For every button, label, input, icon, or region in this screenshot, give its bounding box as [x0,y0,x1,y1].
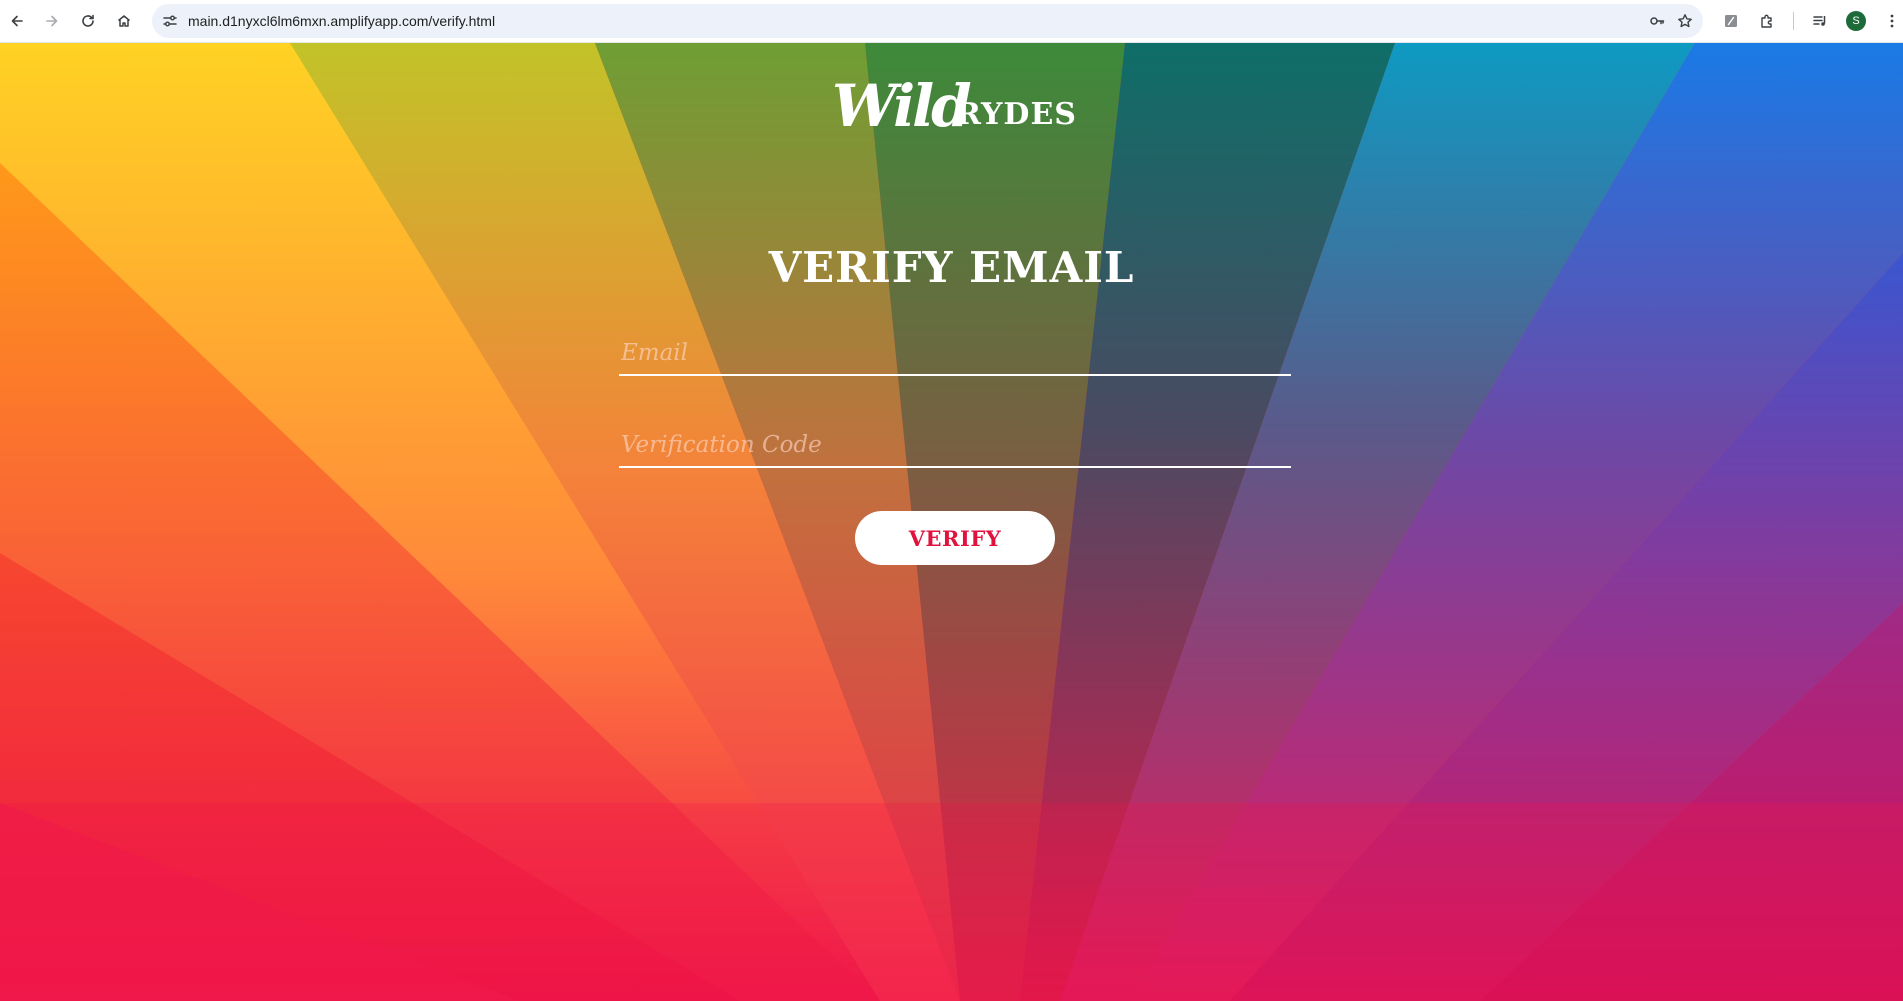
verification-code-field[interactable] [619,424,1291,468]
site-info-icon[interactable] [160,11,180,31]
star-icon[interactable] [1675,11,1695,31]
puzzle-icon[interactable] [1755,9,1779,33]
key-icon[interactable] [1647,11,1667,31]
forward-arrow-icon[interactable] [40,9,64,33]
wild-rydes-logo: Wild RYDES [830,71,1080,141]
extension-icon[interactable] [1719,9,1743,33]
profile-avatar[interactable]: S [1846,11,1866,31]
page-viewport: Wild RYDES VERIFY EMAIL VERIFY [0,43,1903,1001]
toolbar-separator [1793,12,1794,30]
logo-word-text: RYDES [956,97,1077,132]
home-icon[interactable] [112,9,136,33]
logo-script-text: Wild [832,72,972,140]
address-bar[interactable]: main.d1nyxcl6lm6mxn.amplifyapp.com/verif… [152,4,1703,38]
reload-icon[interactable] [76,9,100,33]
browser-toolbar: main.d1nyxcl6lm6mxn.amplifyapp.com/verif… [0,0,1903,43]
email-field[interactable] [619,332,1291,376]
media-control-icon[interactable] [1808,9,1832,33]
back-arrow-icon[interactable] [5,9,29,33]
url-text[interactable]: main.d1nyxcl6lm6mxn.amplifyapp.com/verif… [188,4,495,38]
kebab-menu-icon[interactable] [1880,9,1903,33]
verify-button[interactable]: VERIFY [855,511,1055,565]
page-title: VERIFY EMAIL [768,243,1135,292]
